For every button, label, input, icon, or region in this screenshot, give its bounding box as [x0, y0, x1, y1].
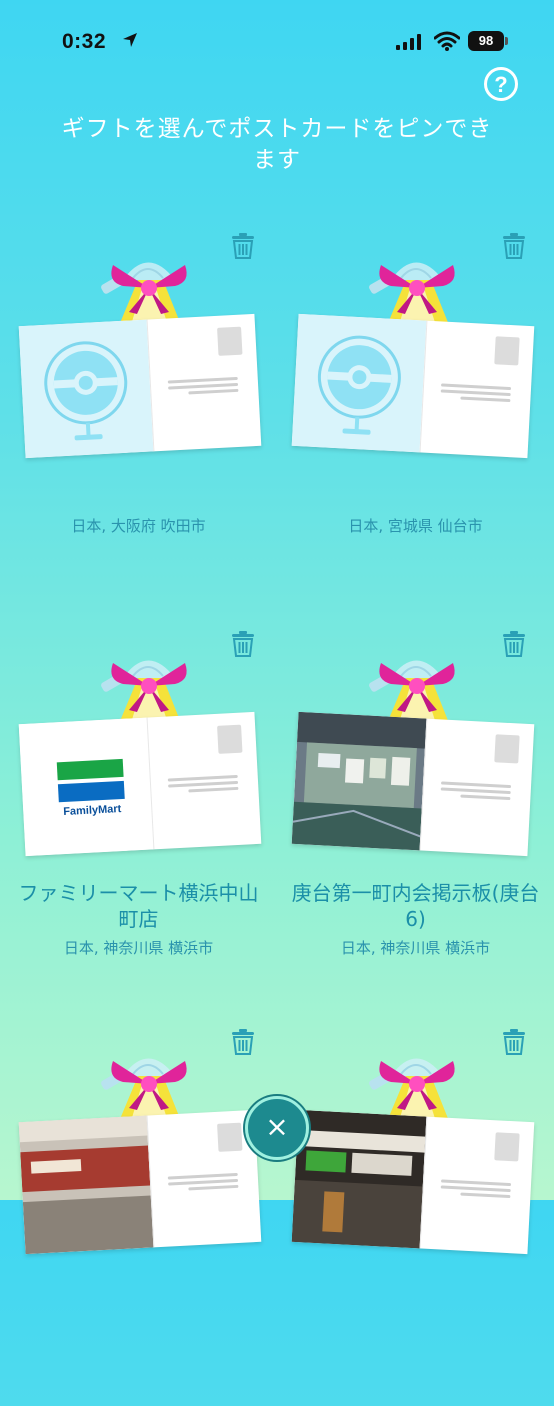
address-line: [460, 396, 511, 403]
battery-indicator: 98: [468, 31, 504, 51]
postcard-item[interactable]: [277, 1026, 554, 1406]
location-photo: [291, 711, 427, 851]
postcard: [291, 313, 535, 459]
wifi-icon: [434, 31, 460, 51]
address-line: [188, 388, 239, 395]
postcard: [291, 1109, 535, 1255]
postcard: [291, 711, 535, 857]
address-line: [460, 794, 511, 801]
stamp-placeholder: [494, 336, 520, 366]
card-location: 日本, 神奈川県 横浜市: [340, 939, 491, 957]
instruction-text: ギフトを選んでポストカードをピンできます: [61, 116, 493, 173]
trash-icon[interactable]: [232, 631, 254, 657]
postcard-item[interactable]: 庚台第一町内会掲示板(庚台6) 日本, 神奈川県 横浜市: [277, 628, 554, 1008]
status-bar: 0:32 98: [0, 0, 554, 80]
close-button[interactable]: ×: [245, 1096, 309, 1160]
trash-icon[interactable]: [503, 1029, 525, 1055]
status-time: 0:32: [62, 30, 107, 53]
address-line: [188, 786, 239, 793]
address-line: [440, 1185, 511, 1193]
trash-icon[interactable]: [503, 631, 525, 657]
stamp-placeholder: [217, 724, 243, 754]
card-location: 日本, 大阪府 吹田市: [71, 517, 206, 535]
postcard-item[interactable]: FamilyMart ファミリーマート横浜中山町店日本, 神奈川県 横浜市: [0, 628, 277, 1008]
postcard: [18, 313, 262, 459]
card-location: 日本, 宮城県 仙台市: [348, 517, 483, 535]
battery-tip: [505, 37, 508, 45]
address-line: [440, 787, 511, 795]
postcard: [18, 1109, 262, 1255]
trash-icon[interactable]: [232, 1029, 254, 1055]
stamp-placeholder: [494, 1132, 520, 1162]
stamp-placeholder: [217, 326, 243, 356]
pokestop-icon: [291, 313, 427, 453]
postcard: FamilyMart: [18, 711, 262, 857]
stamp-placeholder: [217, 1122, 243, 1152]
address-line: [440, 389, 511, 397]
location-photo: [18, 1115, 154, 1255]
postcard-item[interactable]: 日本, 宮城県 仙台市: [277, 230, 554, 610]
trash-icon[interactable]: [503, 233, 525, 259]
postcard-item[interactable]: [0, 1026, 277, 1406]
familymart-logo: [18, 717, 154, 857]
address-line: [188, 1184, 239, 1191]
card-title: 庚台第一町内会掲示板(庚台6): [291, 881, 540, 931]
card-location: 日本, 神奈川県 横浜市: [63, 939, 214, 957]
postcard-item[interactable]: 日本, 大阪府 吹田市: [0, 230, 277, 610]
trash-icon[interactable]: [232, 233, 254, 259]
address-line: [460, 1192, 511, 1199]
cellular-signal-icon: [396, 34, 421, 50]
stamp-placeholder: [494, 734, 520, 764]
location-arrow-icon: [123, 33, 137, 47]
pokestop-icon: [18, 319, 154, 459]
card-title: ファミリーマート横浜中山町店: [18, 881, 259, 931]
location-photo: [291, 1109, 427, 1249]
help-button[interactable]: ?: [484, 67, 518, 101]
